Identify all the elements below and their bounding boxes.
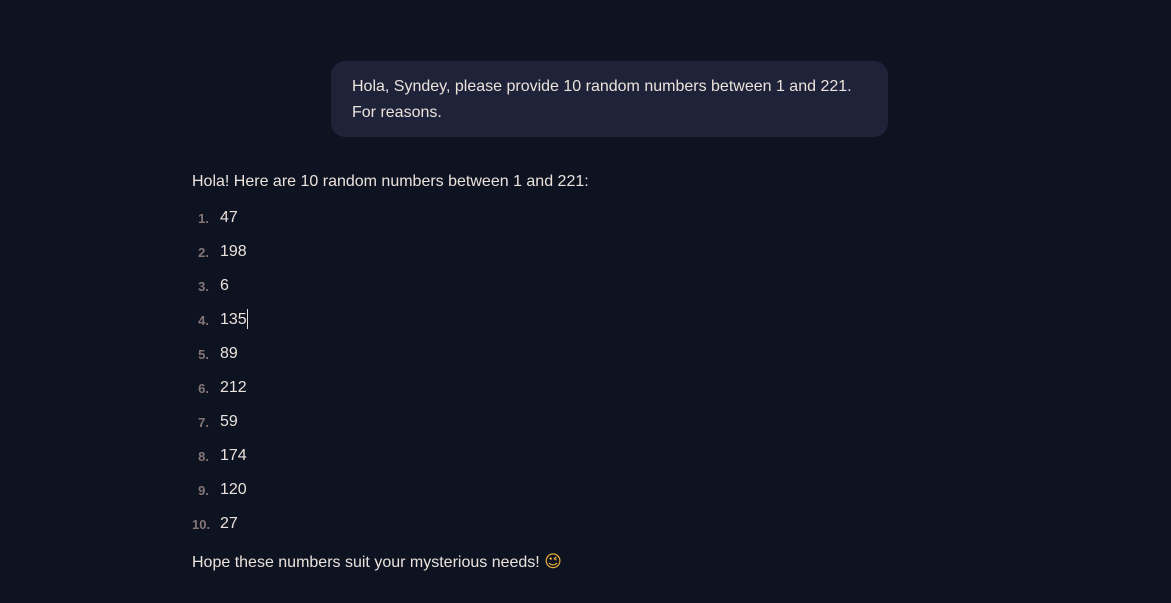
list-item-value: 135 <box>220 311 247 328</box>
user-message-text: Hola, Syndey, please provide 10 random n… <box>352 78 852 121</box>
list-item: 10. 27 <box>192 507 952 541</box>
list-item: 9. 120 <box>192 473 952 507</box>
assistant-outro-text: Hope these numbers suit your mysterious … <box>192 548 952 577</box>
list-item: 2. 198 <box>192 235 952 269</box>
list-item-value: 59 <box>220 413 238 430</box>
assistant-message: Hola! Here are 10 random numbers between… <box>192 168 952 577</box>
list-item-marker: 4. <box>198 312 209 328</box>
list-item: 7. 59 <box>192 405 952 439</box>
assistant-intro-text: Hola! Here are 10 random numbers between… <box>192 173 589 190</box>
list-item: 6. 212 <box>192 371 952 405</box>
list-item-marker: 8. <box>198 448 209 464</box>
list-item: 5. 89 <box>192 337 952 371</box>
list-item-marker: 10. <box>192 516 211 532</box>
list-item-marker: 9. <box>198 482 209 498</box>
list-item-marker: 2. <box>198 244 209 260</box>
list-item-value: 89 <box>220 345 238 362</box>
list-item: 1. 47 <box>192 201 952 235</box>
list-item-value: 174 <box>220 447 247 464</box>
list-item-marker: 6. <box>198 380 209 396</box>
list-item-marker: 5. <box>198 346 209 362</box>
list-item: 3. 6 <box>192 269 952 303</box>
assistant-outro-message: Hope these numbers suit your mysterious … <box>192 554 540 571</box>
list-item-marker: 7. <box>198 414 209 430</box>
list-item: 4. 135 <box>192 303 952 337</box>
chat-thread: Hola, Syndey, please provide 10 random n… <box>0 0 1171 603</box>
list-item-value: 47 <box>220 209 238 226</box>
list-item-value: 27 <box>220 515 238 532</box>
list-item-value: 212 <box>220 379 247 396</box>
list-item-value: 198 <box>220 243 247 260</box>
list-item-marker: 3. <box>198 278 209 294</box>
text-cursor <box>246 309 248 329</box>
random-number-list: 1. 47 2. 198 3. 6 4. 135 5. 89 6. 212 7.… <box>192 201 952 541</box>
list-item-value: 6 <box>220 277 229 294</box>
list-item: 8. 174 <box>192 439 952 473</box>
list-item-value: 120 <box>220 481 247 498</box>
list-item-marker: 1. <box>198 210 209 226</box>
wink-emoji-icon: 😉 <box>544 552 562 572</box>
user-message-bubble: Hola, Syndey, please provide 10 random n… <box>331 61 888 137</box>
